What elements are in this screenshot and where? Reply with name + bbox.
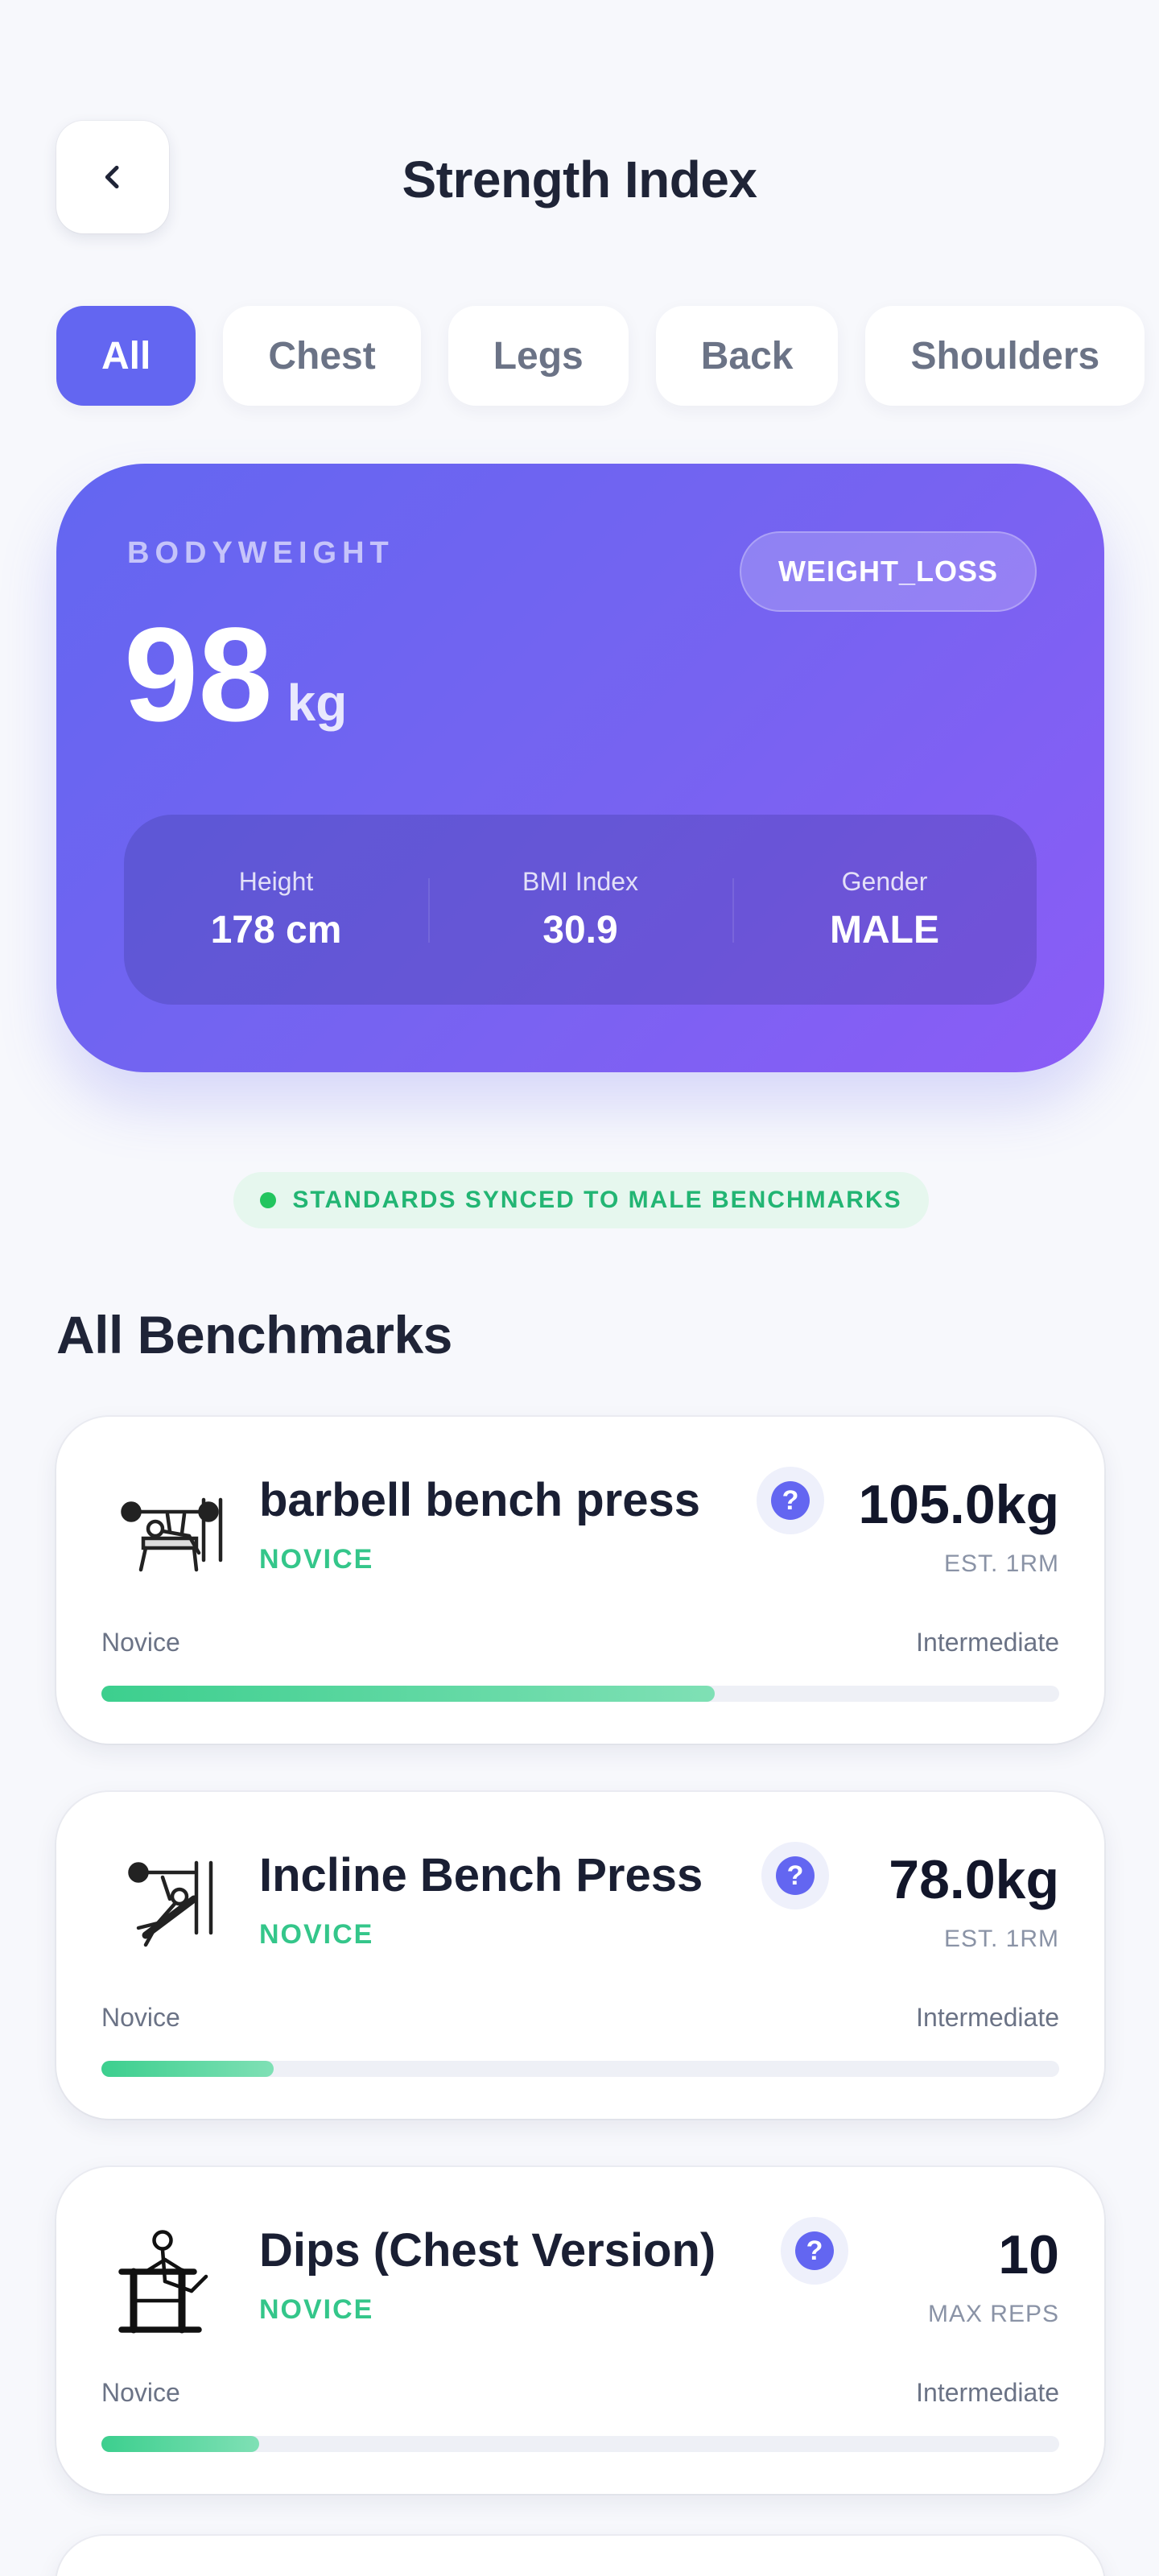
level-label: NOVICE bbox=[259, 1544, 374, 1575]
benchmark-value: 105.0kg bbox=[858, 1474, 1059, 1535]
level-label: NOVICE bbox=[259, 2294, 374, 2325]
benchmark-card-partial[interactable] bbox=[56, 2536, 1104, 2576]
stat-gender: Gender MALE bbox=[732, 867, 1037, 952]
stat-value: 30.9 bbox=[542, 909, 618, 952]
benchmark-value: 10 bbox=[998, 2224, 1059, 2285]
progress-fill bbox=[101, 2061, 274, 2077]
body-stats: Height 178 cm BMI Index 30.9 Gender MALE bbox=[124, 815, 1037, 1005]
range-end-label: Intermediate bbox=[916, 2003, 1059, 2032]
progress-fill bbox=[101, 1686, 715, 1702]
stat-value: MALE bbox=[830, 909, 939, 952]
level-label: NOVICE bbox=[259, 1919, 374, 1950]
stat-label: BMI Index bbox=[522, 867, 639, 896]
bodyweight-unit: kg bbox=[287, 674, 348, 732]
help-button[interactable]: ? bbox=[761, 1842, 829, 1909]
benchmark-value-label: EST. 1RM bbox=[943, 1550, 1059, 1577]
stat-label: Height bbox=[238, 867, 314, 896]
stat-height: Height 178 cm bbox=[124, 867, 428, 952]
range-start-label: Novice bbox=[101, 1628, 180, 1657]
status-dot-icon bbox=[260, 1192, 277, 1208]
benchmark-card[interactable]: barbell bench press ? NOVICE 105.0kg EST… bbox=[56, 1417, 1104, 1744]
sync-status-text: STANDARDS SYNCED TO MALE BENCHMARKS bbox=[292, 1187, 902, 1213]
tab-legs[interactable]: Legs bbox=[448, 306, 629, 406]
question-icon: ? bbox=[795, 2231, 834, 2270]
progress-track bbox=[101, 2436, 1059, 2452]
exercise-name: Dips (Chest Version) bbox=[259, 2224, 716, 2277]
stat-value: 178 cm bbox=[210, 909, 342, 952]
stat-label: Gender bbox=[841, 867, 928, 896]
help-button[interactable]: ? bbox=[757, 1467, 824, 1534]
page-title: Strength Index bbox=[402, 151, 757, 208]
progress-track bbox=[101, 2061, 1059, 2077]
benchmark-card[interactable]: Dips (Chest Version) ? NOVICE 10 MAX REP… bbox=[56, 2167, 1104, 2494]
tab-chest[interactable]: Chest bbox=[223, 306, 421, 406]
range-end-label: Intermediate bbox=[916, 1628, 1059, 1657]
benchmark-card[interactable]: Incline Bench Press ? NOVICE 78.0kg EST.… bbox=[56, 1792, 1104, 2119]
question-icon: ? bbox=[771, 1481, 810, 1520]
tab-all[interactable]: All bbox=[56, 306, 196, 406]
question-icon: ? bbox=[776, 1856, 815, 1895]
range-start-label: Novice bbox=[101, 2003, 180, 2032]
tab-shoulders[interactable]: Shoulders bbox=[865, 306, 1145, 406]
bodyweight-label: BODYWEIGHT bbox=[127, 536, 394, 570]
strength-index-screen: Strength Index All Chest Legs Back Shoul… bbox=[0, 0, 1159, 2576]
header: Strength Index bbox=[56, 121, 1103, 237]
benchmark-value: 78.0kg bbox=[889, 1849, 1059, 1910]
bodyweight-value: 98 kg bbox=[124, 609, 347, 742]
dips-icon bbox=[101, 2215, 238, 2352]
exercise-name: barbell bench press bbox=[259, 1474, 700, 1526]
benchmark-value-label: EST. 1RM bbox=[943, 1926, 1059, 1952]
sync-status-badge: STANDARDS SYNCED TO MALE BENCHMARKS bbox=[233, 1172, 929, 1228]
stat-bmi: BMI Index 30.9 bbox=[428, 867, 732, 952]
exercise-name: Incline Bench Press bbox=[259, 1849, 703, 1901]
help-button[interactable]: ? bbox=[781, 2217, 848, 2285]
section-title: All Benchmarks bbox=[56, 1305, 452, 1364]
progress-track bbox=[101, 1686, 1059, 1702]
incline-press-icon bbox=[101, 1840, 238, 1977]
tab-back[interactable]: Back bbox=[655, 306, 839, 406]
category-tabs: All Chest Legs Back Shoulders bbox=[56, 306, 1145, 406]
goal-badge[interactable]: WEIGHT_LOSS bbox=[739, 531, 1037, 612]
bench-press-icon bbox=[101, 1465, 238, 1602]
bodyweight-card: BODYWEIGHT 98 kg WEIGHT_LOSS Height 178 … bbox=[56, 464, 1104, 1072]
range-start-label: Novice bbox=[101, 2378, 180, 2407]
bodyweight-number: 98 bbox=[124, 601, 273, 749]
benchmark-value-label: MAX REPS bbox=[927, 2301, 1059, 2327]
range-end-label: Intermediate bbox=[916, 2378, 1059, 2407]
progress-fill bbox=[101, 2436, 260, 2452]
